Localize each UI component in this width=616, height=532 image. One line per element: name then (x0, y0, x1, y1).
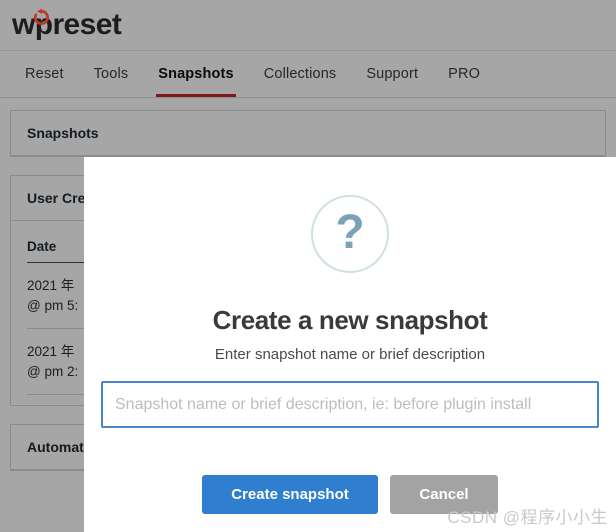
wpreset-logo[interactable]: w p reset (12, 8, 122, 41)
snapshot-name-input[interactable] (101, 381, 599, 428)
logo-text-w: w (12, 8, 35, 41)
logo-text-p: p (34, 8, 53, 41)
modal-action-buttons: Create snapshot Cancel (84, 475, 616, 514)
cancel-button[interactable]: Cancel (390, 475, 498, 514)
logo-text-reset: reset (52, 8, 122, 41)
modal-title: Create a new snapshot (212, 305, 488, 335)
modal-subtitle: Enter snapshot name or brief description (214, 346, 486, 363)
create-snapshot-button[interactable]: Create snapshot (202, 475, 378, 514)
create-snapshot-modal: ? Create a new snapshot Enter snapshot n… (84, 157, 616, 532)
modal-input-row (84, 381, 616, 428)
question-mark-glyph: ? (335, 205, 365, 259)
question-mark-icon: ? (311, 195, 389, 273)
modal-icon-container: ? (84, 195, 616, 273)
